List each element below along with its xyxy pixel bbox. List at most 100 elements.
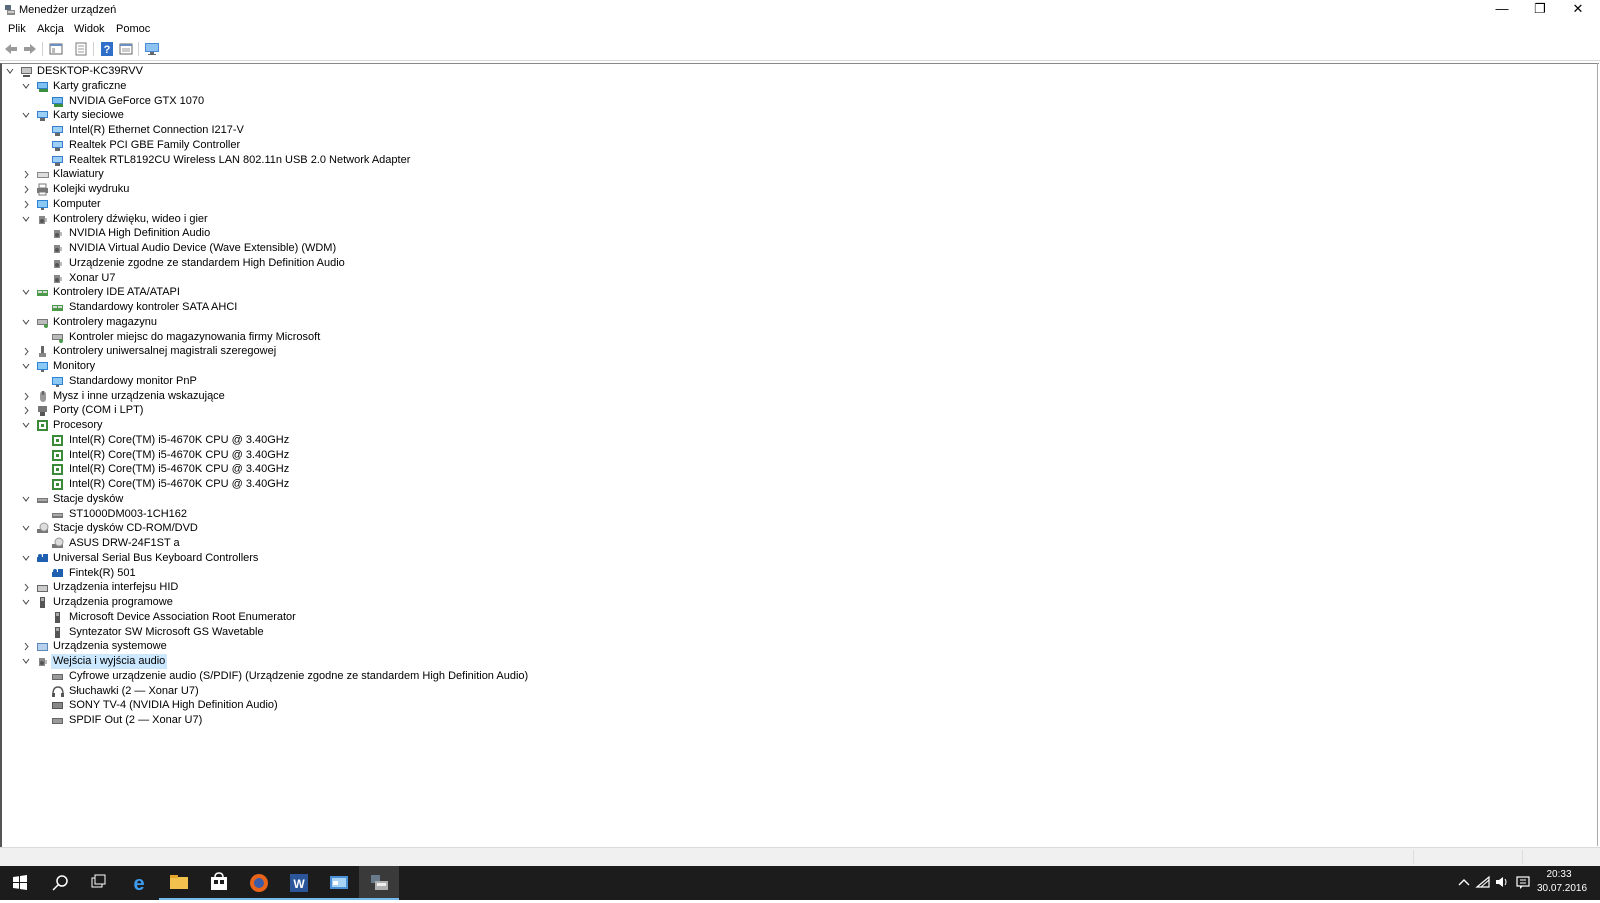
menu-pomoc[interactable]: Pomoc [112, 22, 154, 36]
storage-controller-icon [52, 333, 63, 343]
title-bar: Menedżer urządzeń — ❐ ✕ [0, 0, 1600, 22]
chevron-down-icon[interactable] [21, 108, 31, 123]
chevron-down-icon[interactable] [21, 521, 31, 536]
tree-node-label: Procesory [53, 419, 103, 431]
back-icon[interactable] [3, 41, 19, 57]
chevron-down-icon[interactable] [21, 285, 31, 300]
close-button[interactable]: ✕ [1559, 0, 1597, 18]
chevron-down-icon[interactable] [21, 212, 31, 227]
restore-button[interactable]: ❐ [1521, 0, 1559, 18]
tree-node-label: NVIDIA High Definition Audio [69, 227, 211, 240]
chevron-right-icon[interactable] [21, 182, 31, 197]
cpu-icon [37, 420, 48, 431]
help-icon[interactable]: ? [99, 41, 115, 57]
control-panel-icon [330, 876, 348, 889]
chevron-right-icon[interactable] [21, 167, 31, 182]
chevron-right-icon[interactable] [21, 403, 31, 418]
mouse-icon [40, 390, 46, 402]
taskbar-edge[interactable]: e [119, 866, 159, 900]
menu-akcja[interactable]: Akcja [33, 22, 68, 36]
tree-node-label: Kontroler miejsc do magazynowania firmy … [69, 330, 321, 343]
monitor-icon [37, 362, 48, 372]
tree-node-label: Standardowy monitor PnP [69, 374, 197, 387]
chevron-right-icon[interactable] [21, 580, 31, 595]
tree-node-label: Karty graficzne [53, 79, 127, 92]
cpu-icon [52, 434, 63, 446]
tree-node-label: SONY TV-4 (NVIDIA High Definition Audio) [69, 699, 278, 712]
taskbar-file-explorer[interactable] [159, 866, 199, 900]
status-separator [1413, 850, 1414, 864]
svg-text:W: W [293, 877, 305, 891]
tree-node-label: Fintek(R) 501 [69, 566, 136, 579]
taskbar-word[interactable]: W [279, 866, 319, 900]
tree-node-label: Intel(R) Core(TM) i5-4670K CPU @ 3.40GHz [69, 478, 290, 490]
minimize-button[interactable]: — [1483, 0, 1521, 18]
properties-icon[interactable] [73, 41, 89, 57]
tree-node-label: Karty sieciowe [53, 109, 124, 122]
store-icon [211, 872, 227, 890]
wifi-icon[interactable] [1475, 874, 1491, 890]
tree-node-label: Urządzenia systemowe [53, 640, 167, 653]
chevron-right-icon[interactable] [21, 344, 31, 359]
system-device-icon [37, 643, 48, 652]
software-device-icon [40, 597, 45, 608]
action-center-icon[interactable] [1515, 874, 1531, 890]
chevron-down-icon[interactable] [21, 79, 31, 94]
audio-io-icon [39, 658, 47, 666]
chevron-down-icon[interactable] [21, 315, 31, 330]
clock-date: 30.07.2016 [1537, 883, 1588, 894]
chevron-right-icon[interactable] [21, 197, 31, 212]
speaker-icon [39, 215, 47, 224]
tree-node-label: Intel(R) Core(TM) i5-4670K CPU @ 3.40GHz [69, 463, 290, 476]
menu-bar: Plik Akcja Widok Pomoc [0, 21, 1600, 39]
chevron-down-icon[interactable] [21, 654, 31, 669]
tree-node-label: Cyfrowe urządzenie audio (S/PDIF) (Urząd… [69, 669, 529, 682]
tree-node-label: Mysz i inne urządzenia wskazujące [53, 389, 225, 402]
chevron-down-icon[interactable] [5, 64, 15, 79]
taskbar-store[interactable] [199, 866, 239, 900]
display-adapter-icon [37, 81, 48, 92]
chevron-down-icon[interactable] [21, 551, 31, 566]
toolbar-separator [42, 42, 43, 56]
taskbar-task-view[interactable] [79, 866, 119, 900]
toolbar-separator [93, 42, 94, 56]
menu-widok[interactable]: Widok [70, 22, 109, 36]
status-bar [0, 847, 1600, 866]
taskbar-device-manager[interactable] [359, 866, 399, 900]
tree-node-label: Kontrolery magazynu [53, 315, 157, 328]
tree-view-icon[interactable] [48, 41, 64, 57]
device-tree[interactable]: DESKTOP-KC39RVV Karty graficzne NVIDIA GeF… [0, 63, 1599, 848]
software-device-icon [55, 611, 60, 623]
tree-node-label: Monitory [53, 360, 96, 372]
software-device-icon [55, 626, 60, 638]
volume-icon[interactable] [1494, 874, 1510, 890]
audio-output-icon [52, 718, 63, 724]
chevron-down-icon[interactable] [21, 492, 31, 507]
taskbar-control-panel[interactable] [319, 866, 359, 900]
details-view-icon[interactable] [118, 41, 134, 57]
cpu-icon [52, 464, 63, 476]
taskbar-start[interactable] [0, 866, 40, 900]
vertical-scrollbar[interactable] [1597, 63, 1598, 846]
cpu-icon [52, 449, 63, 461]
monitor-scan-icon[interactable] [144, 41, 160, 57]
forward-icon[interactable] [22, 41, 38, 57]
chevron-right-icon[interactable] [21, 639, 31, 654]
port-icon [38, 406, 47, 417]
chevron-down-icon[interactable] [21, 359, 31, 374]
usb-keyboard-icon [52, 568, 63, 577]
chevron-down-icon[interactable] [21, 595, 31, 610]
start-icon [13, 875, 27, 890]
menu-plik[interactable]: Plik [4, 22, 30, 36]
network-icon [52, 140, 63, 151]
taskbar-firefox[interactable] [239, 866, 279, 900]
chevron-up-icon[interactable] [1456, 874, 1472, 890]
device-manager-icon [5, 5, 15, 15]
tv-audio-icon [52, 702, 63, 710]
taskbar-search[interactable] [40, 866, 80, 900]
clock[interactable]: 20:33 30.07.2016 [1537, 868, 1588, 896]
chevron-right-icon[interactable] [21, 389, 31, 404]
monitor-icon [37, 199, 48, 210]
chevron-down-icon[interactable] [21, 418, 31, 433]
tree-node-label: Urządzenie zgodne ze standardem High Def… [69, 256, 345, 269]
